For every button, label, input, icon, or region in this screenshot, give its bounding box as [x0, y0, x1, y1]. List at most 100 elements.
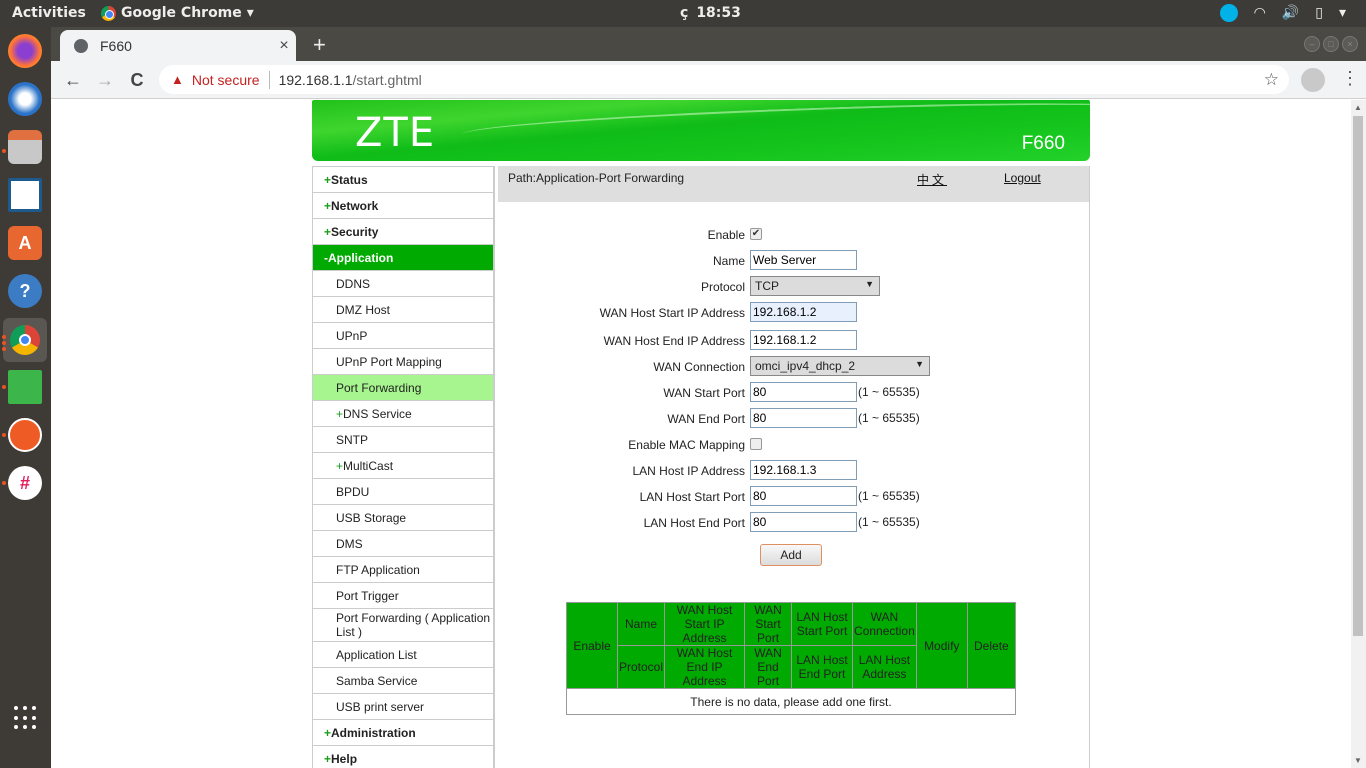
software-icon[interactable]: A — [8, 226, 42, 260]
help-icon[interactable]: ? — [8, 274, 42, 308]
reload-button[interactable]: C — [125, 68, 149, 92]
app-menu[interactable]: Google Chrome ▾ — [101, 5, 254, 21]
system-tray[interactable]: ◠ 🔊 ▯ ▾ — [1219, 4, 1346, 22]
sidebar-item-bpdu[interactable]: BPDU — [313, 479, 493, 505]
forward-button[interactable]: → — [93, 68, 117, 92]
wan-start-ip-input[interactable] — [750, 302, 857, 322]
url-host: 192.168.1.1 — [278, 71, 353, 88]
wan-end-port-input[interactable] — [750, 408, 857, 428]
clock[interactable]: ç 18:53 — [680, 5, 741, 21]
wan-end-ip-row: WAN Host End IP Address — [498, 330, 1090, 352]
sidebar-item-usb-print-server[interactable]: USB print server — [313, 694, 493, 720]
chrome-dock-item[interactable] — [3, 318, 47, 362]
sidebar-item-ftp-application[interactable]: FTP Application — [313, 557, 493, 583]
plus-icon: + — [336, 458, 344, 473]
lan-end-port-input[interactable] — [750, 512, 857, 532]
close-tab-icon[interactable]: × — [272, 37, 296, 55]
sidebar-item-dns-service[interactable]: + DNS Service — [313, 401, 493, 427]
enable-row: Enable ✔ — [498, 224, 1090, 246]
sidebar-item-label: SNTP — [336, 432, 369, 447]
sidebar-item-application[interactable]: - Application — [313, 245, 493, 271]
sidebar-item-help[interactable]: + Help — [313, 746, 493, 768]
files-icon[interactable] — [8, 130, 42, 164]
turtle-app-icon[interactable] — [8, 370, 42, 404]
sidebar-item-label: DNS Service — [343, 406, 412, 421]
back-button[interactable]: ← — [61, 68, 85, 92]
sidebar-item-upnp[interactable]: UPnP — [313, 323, 493, 349]
language-link[interactable]: 中文 — [917, 171, 947, 188]
scroll-down-icon[interactable]: ▼ — [1354, 756, 1362, 765]
warning-icon[interactable]: ▲ — [171, 72, 184, 87]
chrome-icon — [10, 325, 40, 355]
wan-end-ip-input[interactable] — [750, 330, 857, 350]
profile-avatar[interactable] — [1301, 68, 1325, 92]
url-path: /start.ghtml — [352, 71, 422, 88]
sidebar-item-application-list[interactable]: Application List — [313, 642, 493, 668]
sidebar-item-dms[interactable]: DMS — [313, 531, 493, 557]
col-wan-start-port: WAN Start Port — [744, 602, 793, 646]
wan-start-port-input[interactable] — [750, 382, 857, 402]
sidebar-item-administration[interactable]: + Administration — [313, 720, 493, 746]
sidebar-item-label: DMZ Host — [336, 302, 390, 317]
maximize-button[interactable]: □ — [1323, 36, 1339, 52]
show-applications-icon[interactable] — [14, 706, 38, 730]
bookmark-star-icon[interactable]: ☆ — [1264, 70, 1279, 90]
running-indicator — [2, 335, 6, 339]
minimize-button[interactable]: – — [1304, 36, 1320, 52]
address-bar[interactable]: ▲ Not secure 192.168.1.1/start.ghtml ☆ — [159, 65, 1289, 94]
not-secure-label[interactable]: Not secure — [192, 72, 260, 88]
new-tab-button[interactable]: + — [313, 32, 326, 58]
name-input[interactable] — [750, 250, 857, 270]
lan-start-port-label: LAN Host Start Port — [639, 490, 745, 504]
page-viewport: ZTE F660 + Status + Network + Security - App… — [51, 100, 1366, 768]
lan-ip-input[interactable] — [750, 460, 857, 480]
chrome-menu-icon[interactable]: ⋮ — [1341, 69, 1359, 87]
sidebar-item-status[interactable]: + Status — [313, 167, 493, 193]
sidebar-item-port-forwarding-app-list[interactable]: Port Forwarding ( Application List ) — [313, 609, 493, 642]
plus-icon: + — [324, 751, 332, 766]
sidebar-item-network[interactable]: + Network — [313, 193, 493, 219]
scroll-up-icon[interactable]: ▲ — [1354, 103, 1362, 112]
tab-f660[interactable]: F660 × — [60, 30, 296, 61]
tab-strip: F660 × + – □ × — [51, 27, 1366, 61]
sidebar-item-samba-service[interactable]: Samba Service — [313, 668, 493, 694]
sidebar-item-port-forwarding[interactable]: Port Forwarding — [313, 375, 493, 401]
vertical-scrollbar[interactable]: ▲ ▼ — [1351, 100, 1366, 768]
running-indicator — [2, 341, 6, 345]
writer-icon[interactable] — [8, 178, 42, 212]
wan-connection-select[interactable]: omci_ipv4_dhcp_2 ▼ — [750, 356, 930, 376]
sidebar-item-sntp[interactable]: SNTP — [313, 427, 493, 453]
postman-icon[interactable] — [8, 418, 42, 452]
plus-icon: + — [324, 224, 332, 239]
sidebar-item-security[interactable]: + Security — [313, 219, 493, 245]
activities-button[interactable]: Activities — [12, 5, 86, 21]
sidebar-item-usb-storage[interactable]: USB Storage — [313, 505, 493, 531]
slack-tray-icon[interactable] — [1219, 4, 1238, 22]
lan-start-port-row: LAN Host Start Port (1 ~ 65535) — [498, 486, 1090, 508]
sidebar-item-label: Application — [328, 250, 394, 265]
wan-start-ip-label: WAN Host Start IP Address — [599, 306, 745, 320]
enable-checkbox[interactable]: ✔ — [750, 228, 762, 240]
close-window-button[interactable]: × — [1342, 36, 1358, 52]
firefox-icon[interactable] — [8, 34, 42, 68]
logout-link[interactable]: Logout — [1004, 171, 1041, 185]
sidebar-item-ddns[interactable]: DDNS — [313, 271, 493, 297]
sidebar-item-label: DDNS — [336, 276, 371, 291]
sidebar-item-upnp-port-mapping[interactable]: UPnP Port Mapping — [313, 349, 493, 375]
window-controls: – □ × — [1304, 36, 1358, 52]
col-lan-start-port: LAN Host Start Port — [791, 602, 854, 646]
add-button[interactable]: Add — [760, 544, 822, 566]
mac-mapping-checkbox[interactable] — [750, 438, 762, 450]
sidebar-item-port-trigger[interactable]: Port Trigger — [313, 583, 493, 609]
lan-start-port-input[interactable] — [750, 486, 857, 506]
app-menu-label: Google Chrome — [121, 5, 242, 21]
sidebar-menu: + Status + Network + Security - Application … — [312, 166, 495, 768]
protocol-select[interactable]: TCP ▼ — [750, 276, 880, 296]
sidebar-item-label: Network — [331, 198, 379, 213]
scrollbar-thumb[interactable] — [1353, 116, 1363, 636]
sidebar-item-dmz-host[interactable]: DMZ Host — [313, 297, 493, 323]
url-text[interactable]: 192.168.1.1/start.ghtml — [279, 72, 422, 88]
slack-icon[interactable]: # — [8, 466, 42, 500]
sidebar-item-multicast[interactable]: + MultiCast — [313, 453, 493, 479]
thunderbird-icon[interactable] — [8, 82, 42, 116]
